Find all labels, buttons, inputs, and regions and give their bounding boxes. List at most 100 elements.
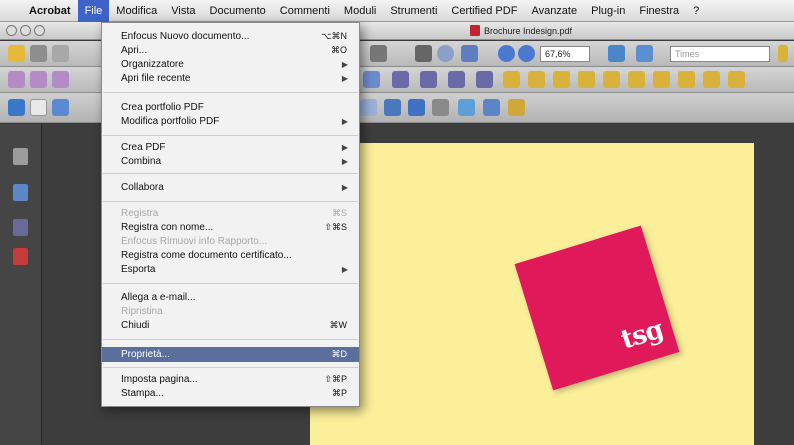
touchup-icon[interactable] — [432, 99, 449, 116]
page-nav-icon[interactable] — [370, 45, 387, 62]
navigation-pane — [0, 124, 42, 445]
zoom-in-icon[interactable] — [518, 45, 535, 62]
menu-item-close[interactable]: Chiudi ⌘W — [102, 319, 359, 332]
baseline-icon[interactable] — [448, 71, 465, 88]
menu-commenti[interactable]: Commenti — [273, 0, 337, 22]
attachment-icon[interactable] — [13, 219, 28, 236]
logo-text: tsg — [617, 314, 667, 356]
align-right-icon[interactable] — [553, 71, 570, 88]
menu-documento[interactable]: Documento — [203, 0, 273, 22]
form-check-icon[interactable] — [52, 71, 69, 88]
window-controls — [6, 25, 45, 36]
menu-item-page-setup[interactable]: Imposta pagina... ⇧⌘P — [102, 373, 359, 386]
menu-bar: Acrobat File Modifica Vista Documento Co… — [0, 0, 794, 22]
separations-icon[interactable] — [483, 99, 500, 116]
menu-finestra[interactable]: Finestra — [632, 0, 686, 22]
menu-item-save-as[interactable]: Registra con nome... ⇧⌘S — [102, 221, 359, 234]
fit-width-icon[interactable] — [636, 45, 653, 62]
text-color-icon[interactable] — [392, 71, 409, 88]
distribute-v-icon[interactable] — [678, 71, 695, 88]
menu-plug-in[interactable]: Plug-in — [584, 0, 632, 22]
menu-separator — [103, 173, 358, 174]
zoom-tool-icon[interactable] — [461, 45, 478, 62]
zoom-out-icon[interactable] — [498, 45, 515, 62]
submenu-arrow-icon: ▶ — [341, 265, 348, 274]
bookmark-icon[interactable] — [13, 184, 28, 201]
menu-item-collaborate[interactable]: Collabora ▶ — [102, 181, 359, 194]
output-preview-icon[interactable] — [508, 99, 525, 116]
menu-item-enfocus-remove-info: Enfocus Rimuovi info Rapporto... — [121, 236, 268, 247]
form-tool-icon[interactable] — [8, 71, 25, 88]
menu-help[interactable]: ? — [686, 0, 706, 22]
email-icon[interactable] — [52, 45, 69, 62]
document-title-text: Brochure Indesign.pdf — [484, 25, 573, 36]
pencil-icon[interactable] — [778, 45, 788, 62]
menu-file[interactable]: File — [77, 0, 110, 22]
submenu-arrow-icon: ▶ — [341, 157, 348, 166]
menu-separator — [103, 201, 358, 202]
preflight-icon[interactable] — [8, 99, 25, 116]
submenu-arrow-icon: ▶ — [341, 183, 348, 192]
menu-item-enfocus-new[interactable]: Enfocus Nuovo documento... ⌥⌘N — [102, 30, 359, 43]
menu-acrobat[interactable]: Acrobat — [22, 0, 78, 22]
menu-avanzate[interactable]: Avanzate — [524, 0, 584, 22]
open-folder-icon[interactable] — [8, 45, 25, 62]
signature-icon[interactable] — [13, 248, 28, 265]
pages-icon[interactable] — [13, 148, 28, 165]
file-menu-dropdown: Enfocus Nuovo documento... ⌥⌘N Apri... ⌘… — [101, 22, 360, 407]
select-tool-icon[interactable] — [415, 45, 432, 62]
menu-item-organizer[interactable]: Organizzatore ▶ — [102, 58, 359, 71]
submenu-arrow-icon: ▶ — [341, 143, 348, 152]
form-field-icon[interactable] — [30, 71, 47, 88]
align-top-icon[interactable] — [578, 71, 595, 88]
distribute-h-icon[interactable] — [653, 71, 670, 88]
align-bottom-icon[interactable] — [628, 71, 645, 88]
menu-item-save-certified[interactable]: Registra come documento certificato... — [102, 249, 359, 262]
menu-item-open-recent[interactable]: Apri file recente ▶ — [102, 72, 359, 85]
menu-item-create-pdf[interactable]: Crea PDF ▶ — [102, 141, 359, 154]
text-style-icon[interactable] — [420, 71, 437, 88]
menu-item-create-portfolio[interactable]: Crea portfolio PDF — [102, 101, 359, 114]
submenu-arrow-icon: ▶ — [341, 60, 348, 69]
close-window-button[interactable] — [6, 25, 17, 36]
menu-separator — [103, 339, 358, 340]
edit-object-icon[interactable] — [360, 99, 377, 116]
menu-item-export[interactable]: Esporta ▶ — [102, 263, 359, 276]
menu-item-attach-email[interactable]: Allega a e-mail... — [102, 291, 359, 304]
menu-item-edit-portfolio[interactable]: Modifica portfolio PDF ▶ — [102, 115, 359, 128]
menu-moduli[interactable]: Moduli — [337, 0, 383, 22]
edit-text-icon[interactable] — [384, 99, 401, 116]
menu-separator — [103, 92, 358, 93]
menu-item-properties[interactable]: Proprietà... ⌘D — [102, 347, 359, 362]
spacing-icon[interactable] — [476, 71, 493, 88]
crop-icon[interactable] — [458, 99, 475, 116]
document-title: Brochure Indesign.pdf — [470, 25, 572, 36]
align-left-icon[interactable] — [503, 71, 520, 88]
menu-item-combine[interactable]: Combina ▶ — [102, 155, 359, 168]
menu-item-save: Registra ⌘S — [121, 208, 347, 219]
arrow-tool-icon[interactable] — [363, 71, 380, 88]
ungroup-icon[interactable] — [728, 71, 745, 88]
image-tool-icon[interactable] — [408, 99, 425, 116]
zoom-window-button[interactable] — [34, 25, 45, 36]
menu-modifica[interactable]: Modifica — [109, 0, 164, 22]
menu-strumenti[interactable]: Strumenti — [383, 0, 444, 22]
group-icon[interactable] — [703, 71, 720, 88]
page-icon[interactable] — [30, 99, 47, 116]
layers-icon[interactable] — [52, 99, 69, 116]
print-icon[interactable] — [30, 45, 47, 62]
pdf-icon — [470, 25, 480, 36]
menu-vista[interactable]: Vista — [164, 0, 202, 22]
hand-tool-icon[interactable] — [437, 45, 454, 62]
font-field[interactable]: Times — [670, 46, 770, 62]
menu-certified-pdf[interactable]: Certified PDF — [444, 0, 524, 22]
zoom-field[interactable]: 67,6% — [540, 46, 590, 62]
minimize-window-button[interactable] — [20, 25, 31, 36]
menu-item-open[interactable]: Apri... ⌘O — [102, 44, 359, 57]
menu-separator — [103, 367, 358, 368]
align-center-icon[interactable] — [528, 71, 545, 88]
submenu-arrow-icon: ▶ — [341, 74, 348, 83]
fit-page-icon[interactable] — [608, 45, 625, 62]
menu-item-print[interactable]: Stampa... ⌘P — [102, 387, 359, 400]
align-middle-icon[interactable] — [603, 71, 620, 88]
